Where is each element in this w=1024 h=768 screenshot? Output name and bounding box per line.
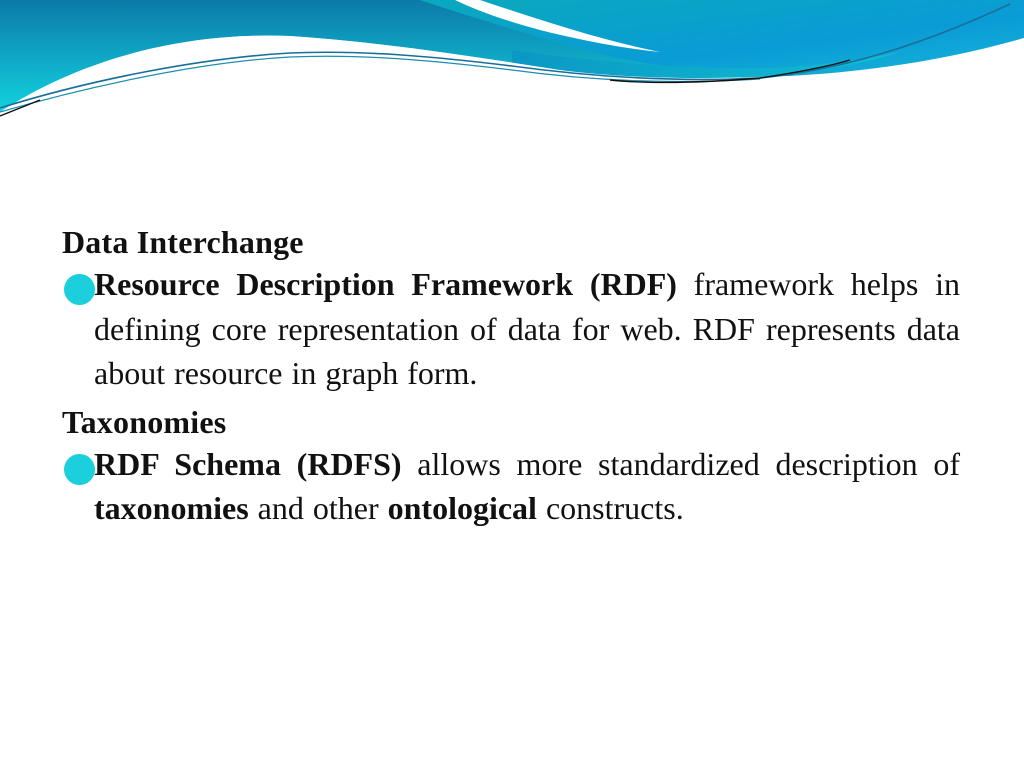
rdfs-text-2: and other bbox=[248, 490, 388, 526]
bullet-dot-icon bbox=[64, 274, 95, 305]
section-heading-data-interchange: Data Interchange bbox=[62, 224, 304, 260]
header-wave-decoration bbox=[0, 0, 1024, 130]
bullet-dot-icon bbox=[64, 453, 95, 485]
bullet-rdfs-text: RDF Schema (RDFS) allows more standardiz… bbox=[92, 442, 960, 531]
term-taxonomies: taxonomies bbox=[94, 490, 249, 526]
bullet-rdf: Resource Description Framework (RDF) fra… bbox=[62, 262, 960, 396]
slide-content: Data Interchange Resource Description Fr… bbox=[62, 222, 960, 531]
rdfs-text-1: allows more standardized description of bbox=[401, 445, 961, 482]
bullet-rdf-text: Resource Description Framework (RDF) fra… bbox=[92, 262, 960, 396]
section-heading-taxonomies: Taxonomies bbox=[62, 403, 227, 440]
bullet-rdfs: RDF Schema (RDFS) allows more standardiz… bbox=[62, 442, 960, 531]
term-rdf: Resource Description Framework (RDF) bbox=[94, 266, 677, 302]
term-rdfs: RDF Schema (RDFS) bbox=[94, 445, 402, 482]
term-ontological: ontological bbox=[387, 490, 537, 526]
rdfs-text-3: constructs. bbox=[536, 490, 684, 526]
